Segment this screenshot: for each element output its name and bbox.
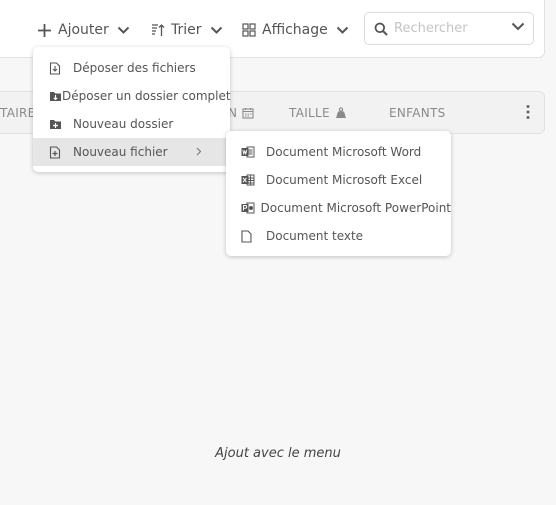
add-button-label: Ajouter [58,22,109,38]
menu-item-label: Document Microsoft Excel [266,173,423,187]
grid-view-icon [242,23,256,37]
chevron-down-icon [210,26,223,35]
sort-button[interactable]: Trier [151,18,223,42]
empty-state-message: Ajout avec le menu [215,446,341,461]
menu-item-label: Document Microsoft Word [266,145,422,159]
column-size[interactable]: TAILLE [289,106,347,120]
menu-item-new-folder[interactable]: Nouveau dossier [33,110,230,138]
new-file-submenu: Document Microsoft Word Document Microso… [226,131,451,256]
column-owner-label: TAIRE [0,106,36,120]
menu-item-upload-files[interactable]: Déposer des fichiers [33,54,230,82]
calendar-icon [242,107,254,119]
sort-button-label: Trier [171,22,202,38]
column-owner[interactable]: TAIRE [0,106,36,120]
menu-item-label: Nouveau dossier [73,117,174,131]
folder-add-icon [49,118,73,130]
chevron-down-icon [336,26,349,35]
menu-item-upload-folder[interactable]: Déposer un dossier complet [33,82,231,110]
menu-item-label: Document texte [266,229,364,243]
folder-upload-icon [49,90,62,102]
menu-item-word[interactable]: Document Microsoft Word [226,138,451,166]
excel-icon [241,174,266,186]
weight-icon [335,107,347,119]
chevron-right-icon [196,147,220,156]
menu-item-excel[interactable]: Document Microsoft Excel [226,166,451,194]
search-icon [374,22,388,36]
search-box [364,12,534,45]
column-size-label: TAILLE [289,106,330,120]
menu-item-label: Nouveau fichier [73,145,168,159]
file-add-icon [49,145,73,159]
sort-icon [151,23,165,37]
powerpoint-icon [241,202,261,214]
view-button-label: Affichage [262,22,328,38]
add-menu: Déposer des fichiers Déposer un dossier … [33,47,231,172]
search-input[interactable] [394,21,502,36]
text-file-icon [241,229,266,243]
column-children-label: ENFANTS [389,106,446,120]
file-upload-icon [49,61,73,75]
column-children[interactable]: ENFANTS [389,106,446,120]
menu-item-powerpoint[interactable]: Document Microsoft PowerPoint [226,194,451,222]
word-icon [241,146,266,158]
menu-item-label: Document Microsoft PowerPoint [260,201,451,215]
chevron-down-icon[interactable] [511,22,525,31]
view-button[interactable]: Affichage [242,18,349,42]
menu-item-new-file[interactable]: Nouveau fichier [33,138,230,166]
menu-item-label: Déposer un dossier complet [62,89,231,103]
menu-item-label: Déposer des fichiers [73,61,196,75]
plus-icon [37,23,52,38]
column-modified[interactable]: N [228,106,254,120]
more-options-icon[interactable] [525,104,531,120]
add-button[interactable]: Ajouter [37,18,130,42]
menu-item-text-document[interactable]: Document texte [226,222,451,250]
chevron-down-icon [117,26,130,35]
